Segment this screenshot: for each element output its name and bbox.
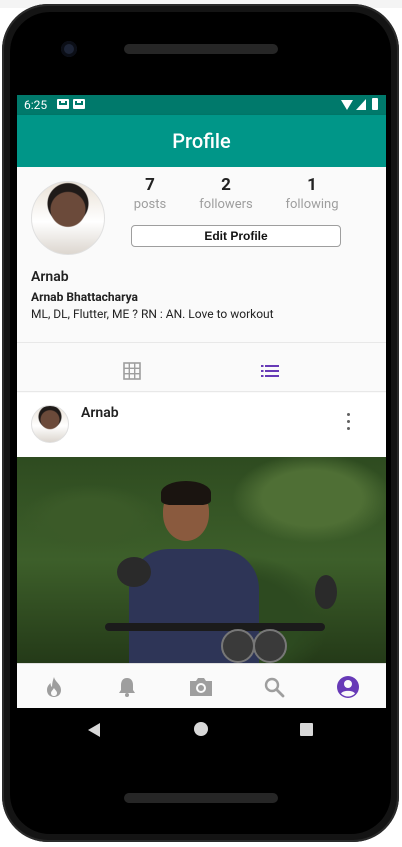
nav-item-profile[interactable] — [318, 664, 378, 708]
stat-following-value: 1 — [307, 175, 317, 195]
profile-bio: ML, DL, Flutter, ME ? RN : AN. Love to w… — [31, 307, 274, 321]
nav-item-notifications[interactable] — [97, 664, 157, 708]
list-view-icon[interactable] — [261, 365, 279, 377]
stat-followers-label: followers — [199, 197, 253, 212]
stat-posts-value: 7 — [145, 175, 155, 195]
profile-full-name: Arnab Bhattacharya — [31, 290, 138, 304]
app-screen: 6:25 Profile 7 posts 2 followers 1 follo… — [17, 95, 386, 708]
stat-followers-value: 2 — [221, 175, 231, 195]
post-author-name[interactable]: Arnab — [81, 405, 119, 421]
wifi-icon — [341, 100, 353, 110]
stat-following-label: following — [285, 197, 339, 212]
bottom-navigation — [17, 663, 386, 708]
motorcycle-handlebar — [105, 623, 325, 631]
gmail-notification-icon — [73, 99, 85, 109]
app-bar: Profile — [17, 115, 386, 167]
battery-icon — [372, 98, 378, 110]
status-bar: 6:25 — [17, 95, 386, 115]
motorcycle-mirror — [315, 575, 337, 609]
profile-username: Arnab — [31, 269, 69, 285]
post-image[interactable] — [17, 457, 386, 663]
divider — [17, 391, 386, 392]
recents-button-icon[interactable] — [300, 723, 313, 736]
earpiece-speaker — [124, 44, 278, 54]
search-icon — [264, 677, 285, 697]
camera-icon — [190, 677, 212, 696]
bell-icon — [119, 677, 135, 697]
motorcycle-mirror — [117, 557, 151, 587]
nav-item-upload[interactable] — [171, 664, 231, 708]
nav-item-search[interactable] — [244, 664, 304, 708]
edit-profile-button[interactable]: Edit Profile — [131, 225, 341, 247]
flame-icon — [47, 676, 61, 697]
view-toggle-row — [17, 343, 386, 391]
front-camera — [61, 41, 77, 57]
profile-avatar[interactable] — [31, 181, 105, 255]
stat-followers[interactable]: 2 followers — [186, 175, 266, 212]
stat-posts-label: posts — [133, 197, 167, 212]
grid-view-icon[interactable] — [123, 362, 141, 380]
page-title: Profile — [172, 129, 231, 153]
post-header: Arnab — [17, 393, 386, 457]
account-icon — [337, 675, 359, 698]
post-author-avatar[interactable] — [31, 405, 69, 443]
android-navigation-bar — [17, 708, 386, 752]
motorcycle-gauge — [221, 629, 255, 663]
cell-signal-icon — [356, 99, 366, 110]
nav-item-feed[interactable] — [24, 664, 84, 708]
profile-header: 7 posts 2 followers 1 following Edit Pro… — [17, 167, 386, 342]
home-button-icon[interactable] — [194, 722, 208, 736]
rider-hair — [161, 481, 211, 505]
motorcycle-gauge — [253, 629, 287, 663]
back-button-icon[interactable] — [88, 723, 100, 737]
gmail-notification-icon — [57, 99, 69, 109]
status-time: 6:25 — [24, 98, 48, 112]
more-options-icon[interactable] — [347, 413, 351, 431]
stat-following[interactable]: 1 following — [272, 175, 352, 212]
bottom-speaker — [124, 793, 278, 803]
stat-posts[interactable]: 7 posts — [110, 175, 190, 212]
